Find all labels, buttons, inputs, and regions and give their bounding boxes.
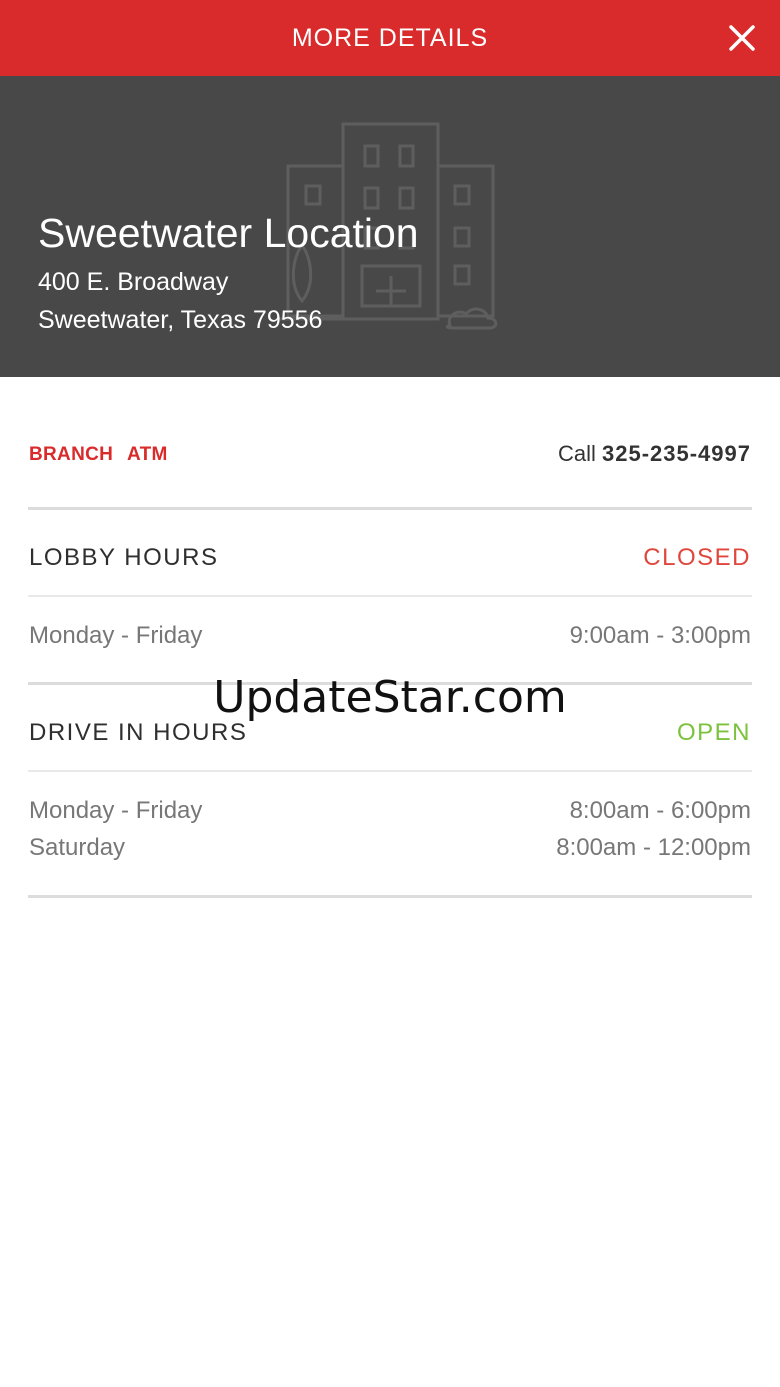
tab-atm[interactable]: ATM [127, 444, 168, 466]
divider [28, 595, 752, 597]
call-link[interactable]: Call 325-235-4997 [558, 441, 751, 467]
address-line-1: 400 E. Broadway [38, 268, 229, 296]
location-details-screen: MORE DETAILS Sweetwater Location 400 E. … [0, 0, 780, 1387]
lobby-days: Monday - Friday [29, 622, 203, 649]
phone-number: 325-235-4997 [601, 441, 751, 466]
location-hero: Sweetwater Location 400 E. Broadway Swee… [0, 76, 780, 377]
lobby-hours-title: LOBBY HOURS [29, 544, 219, 571]
drive-in-days: Monday - Friday [29, 797, 203, 824]
lobby-status-badge: CLOSED [643, 544, 751, 571]
drive-in-hours-title: DRIVE IN HOURS [29, 719, 248, 746]
drive-in-hours: 8:00am - 12:00pm [556, 834, 751, 861]
drive-in-status-badge: OPEN [676, 719, 751, 746]
divider [28, 770, 752, 772]
divider [28, 507, 752, 510]
tab-branch[interactable]: BRANCH [29, 444, 113, 466]
drive-in-days: Saturday [29, 834, 126, 861]
address-line-2: Sweetwater, Texas 79556 [38, 306, 323, 334]
top-bar: MORE DETAILS [0, 0, 780, 76]
drive-in-hours: 8:00am - 6:00pm [569, 797, 751, 824]
location-name: Sweetwater Location [38, 210, 419, 256]
lobby-hours: 9:00am - 3:00pm [569, 622, 751, 649]
close-icon [729, 25, 755, 51]
page-title: MORE DETAILS [291, 24, 489, 52]
divider [28, 895, 752, 898]
call-label: Call [557, 441, 596, 466]
close-button[interactable] [722, 18, 762, 58]
watermark: UpdateStar.com [213, 672, 567, 723]
